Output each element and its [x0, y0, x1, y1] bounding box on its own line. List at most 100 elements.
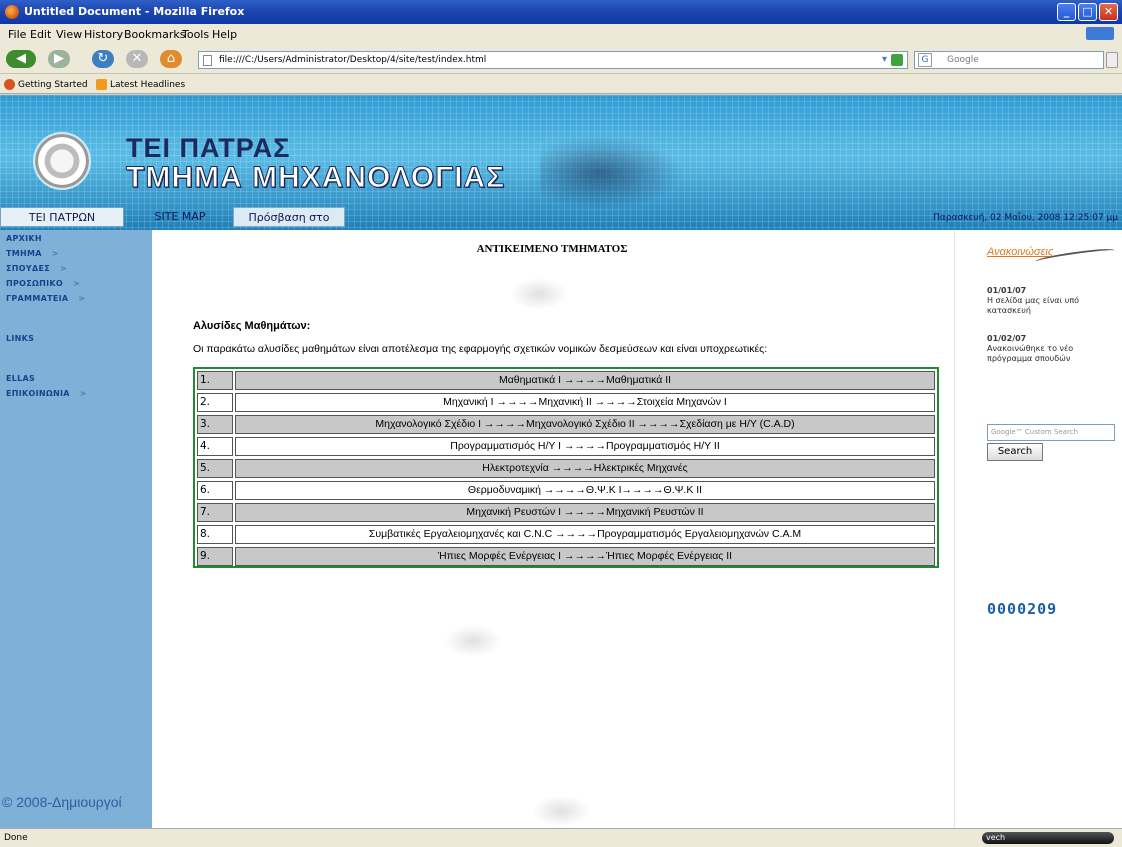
menu-tools[interactable]: Tools	[182, 28, 209, 41]
title-bar: Untitled Document - Mozilla Firefox _ □ …	[0, 0, 1122, 24]
row-number: 9.	[197, 547, 233, 566]
top-navigation: ΤΕΙ ΠΑΤΡΩΝ SITE MAP Πρόσβαση στο Τμήμα Π…	[0, 205, 1122, 244]
bookmarks-toolbar: Getting Started Latest Headlines	[0, 74, 1122, 94]
banner-title-line2: ΤΜΗΜΑ ΜΗΧΑΝΟΛΟΓΙΑΣ	[125, 161, 506, 195]
chevron-right-icon: >	[59, 264, 67, 273]
search-go-button[interactable]	[1106, 52, 1118, 68]
table-row: 9. Ήπιες Μορφές Ενέργειας Ι →→→→Ήπιες Μορ…	[197, 547, 935, 566]
close-button[interactable]: ✕	[1099, 3, 1118, 21]
row-number: 3.	[197, 415, 233, 434]
row-number: 4.	[197, 437, 233, 456]
sidebar: ΑΡΧΙΚΗ ΤΜΗΜΑ > ΣΠΟΥΔΕΣ > ΠΡΟΣΩΠΙΚΟ > ΓΡΑΜΜΑ…	[0, 230, 152, 828]
row-text: Μηχανική Ρευστών Ι →→→→Μηχανική Ρευστών …	[235, 503, 935, 522]
menu-edit[interactable]: Edit	[30, 28, 51, 41]
window-title: Untitled Document - Mozilla Firefox	[24, 5, 245, 18]
menu-bookmarks[interactable]: Bookmarks	[124, 28, 185, 41]
menu-bar: File Edit View History Bookmarks Tools H…	[0, 24, 1122, 44]
minimize-button[interactable]: _	[1057, 3, 1076, 21]
chevron-right-icon: >	[51, 249, 59, 258]
date-time: Παρασκευή, 02 Μαΐου, 2008 12:25:07 μμ	[933, 213, 1118, 223]
stop-button[interactable]: ✕	[126, 50, 148, 68]
custom-search-input[interactable]: Google™ Custom Search	[987, 424, 1115, 441]
bookmark-latest-headlines[interactable]: Latest Headlines	[96, 79, 185, 90]
row-number: 7.	[197, 503, 233, 522]
table-row: 4. Προγραμματισμός Η/Υ Ι →→→→Προγραμματισ…	[197, 437, 935, 456]
page-heading: ΑΝΤΙΚΕΙΜΕΝΟ ΤΜΗΜΑΤΟΣ	[476, 243, 628, 255]
menu-history[interactable]: History	[84, 28, 123, 41]
menu-view[interactable]: View	[56, 28, 82, 41]
table-row: 8. Συμβατικές Εργαλειομηχανές και C.N.C →…	[197, 525, 935, 544]
menu-file[interactable]: File	[8, 28, 26, 41]
throbber-icon	[1086, 27, 1114, 40]
menu-help[interactable]: Help	[212, 28, 237, 41]
gear-watermark	[444, 625, 502, 657]
sidebar-item-department[interactable]: ΤΜΗΜΑ >	[6, 249, 59, 258]
status-text: Done	[4, 833, 28, 843]
search-box[interactable]: G Google	[914, 51, 1104, 69]
header-banner: ΤΕΙ ΠΑΤΡΑΣ ΤΜΗΜΑ ΜΗΧΑΝΟΛΟΓΙΑΣ ΤΕΙ ΠΑΤΡΩΝ…	[0, 95, 1122, 244]
sidebar-item-ellas[interactable]: ELLAS	[6, 374, 45, 383]
row-text: Ηλεκτροτεχνία →→→→Ηλεκτρικές Μηχανές	[235, 459, 935, 478]
sidebar-item-links[interactable]: LINKS	[6, 334, 44, 343]
table-row: 3. Μηχανολογικό Σχέδιο Ι →→→→Μηχανολογικό…	[197, 415, 935, 434]
addon-status-pill[interactable]: vech	[982, 832, 1114, 844]
row-number: 8.	[197, 525, 233, 544]
announcement-text: Ανακοινώθηκε το νέο πρόγραμμα σπουδών	[987, 344, 1074, 363]
row-text: Προγραμματισμός Η/Υ Ι →→→→Προγραμματισμό…	[235, 437, 935, 456]
announcement-text: Η σελίδα μας είναι υπό κατασκευή	[987, 296, 1080, 315]
page-icon	[203, 55, 212, 66]
section-subheading: Αλυσίδες Μαθημάτων:	[193, 320, 311, 332]
page-content: ΤΕΙ ΠΑΤΡΑΣ ΤΜΗΜΑ ΜΗΧΑΝΟΛΟΓΙΑΣ ΤΕΙ ΠΑΤΡΩΝ…	[0, 95, 1122, 828]
navigation-toolbar: ◀ ▶ ↻ ✕ ⌂ file:///C:/Users/Administrator…	[0, 44, 1122, 74]
table-row: 7. Μηχανική Ρευστών Ι →→→→Μηχανική Ρευστώ…	[197, 503, 935, 522]
sidebar-item-staff[interactable]: ΠΡΟΣΩΠΙΚΟ >	[6, 279, 80, 288]
row-text: Συμβατικές Εργαλειομηχανές και C.N.C →→→…	[235, 525, 935, 544]
reload-button[interactable]: ↻	[92, 50, 114, 68]
row-text: Μαθηματικά Ι →→→→Μαθηματικά ΙΙ	[235, 371, 935, 390]
dropdown-icon[interactable]: ▾	[882, 52, 887, 68]
chevron-right-icon: >	[78, 294, 86, 303]
google-icon[interactable]: G	[918, 53, 932, 67]
status-bar: Done vech	[0, 828, 1122, 847]
visitor-counter: 0000209	[987, 600, 1058, 618]
announcement-item: 01/01/07 Η σελίδα μας είναι υπό κατασκευ…	[987, 286, 1117, 316]
sidebar-item-secretariat[interactable]: ΓΡΑΜΜΑΤΕΙΑ >	[6, 294, 85, 303]
banner-photo	[540, 133, 690, 213]
search-button[interactable]: Search	[987, 443, 1043, 461]
go-button[interactable]	[891, 54, 903, 66]
home-button[interactable]: ⌂	[160, 50, 182, 68]
intro-text: Οι παρακάτω αλυσίδες μαθημάτων είναι απο…	[193, 343, 768, 355]
link-site-map[interactable]: SITE MAP	[145, 207, 215, 227]
chevron-right-icon: >	[79, 389, 87, 398]
sidebar-item-studies[interactable]: ΣΠΟΥΔΕΣ >	[6, 264, 67, 273]
chevron-right-icon: >	[73, 279, 81, 288]
table-row: 6. Θερμοδυναμική →→→→Θ.Ψ.Κ Ι→→→→Θ.Ψ.Κ ΙΙ	[197, 481, 935, 500]
announcement-item: 01/02/07 Ανακοινώθηκε το νέο πρόγραμμα σ…	[987, 334, 1117, 364]
forward-button[interactable]: ▶	[48, 50, 70, 68]
gear-watermark	[510, 278, 568, 310]
url-text: file:///C:/Users/Administrator/Desktop/4…	[219, 55, 487, 65]
url-bar[interactable]: file:///C:/Users/Administrator/Desktop/4…	[198, 51, 908, 69]
row-text: Ήπιες Μορφές Ενέργειας Ι →→→→Ήπιες Μορφέ…	[235, 547, 935, 566]
gear-watermark	[532, 795, 590, 827]
table-row: 5. Ηλεκτροτεχνία →→→→Ηλεκτρικές Μηχανές	[197, 459, 935, 478]
rss-icon	[96, 79, 107, 90]
row-text: Θερμοδυναμική →→→→Θ.Ψ.Κ Ι→→→→Θ.Ψ.Κ ΙΙ	[235, 481, 935, 500]
maximize-button[interactable]: □	[1078, 3, 1097, 21]
row-number: 6.	[197, 481, 233, 500]
link-tei-patron[interactable]: ΤΕΙ ΠΑΤΡΩΝ	[0, 207, 124, 227]
bookmark-getting-started[interactable]: Getting Started	[4, 79, 88, 90]
university-seal-logo	[33, 132, 91, 190]
table-row: 2. Μηχανική Ι →→→→Μηχανική ΙΙ →→→→Στοιχεί…	[197, 393, 935, 412]
sidebar-item-contact[interactable]: ΕΠΙΚΟΙΝΩΝΙΑ >	[6, 389, 87, 398]
copyright-text: © 2008-Δημιουργοί	[2, 794, 122, 810]
back-button[interactable]: ◀	[6, 50, 36, 68]
link-access-department[interactable]: Πρόσβαση στο Τμήμα	[233, 207, 345, 244]
announcements-title[interactable]: Ανακοινώσεις	[987, 246, 1053, 258]
sidebar-item-home[interactable]: ΑΡΧΙΚΗ	[6, 234, 52, 243]
firefox-icon	[4, 79, 15, 90]
announcement-date: 01/02/07	[987, 334, 1027, 343]
announcement-date: 01/01/07	[987, 286, 1027, 295]
course-chains-table: 1. Μαθηματικά Ι →→→→Μαθηματικά ΙΙ 2. Μηχαν…	[193, 367, 939, 568]
table-row: 1. Μαθηματικά Ι →→→→Μαθηματικά ΙΙ	[197, 371, 935, 390]
